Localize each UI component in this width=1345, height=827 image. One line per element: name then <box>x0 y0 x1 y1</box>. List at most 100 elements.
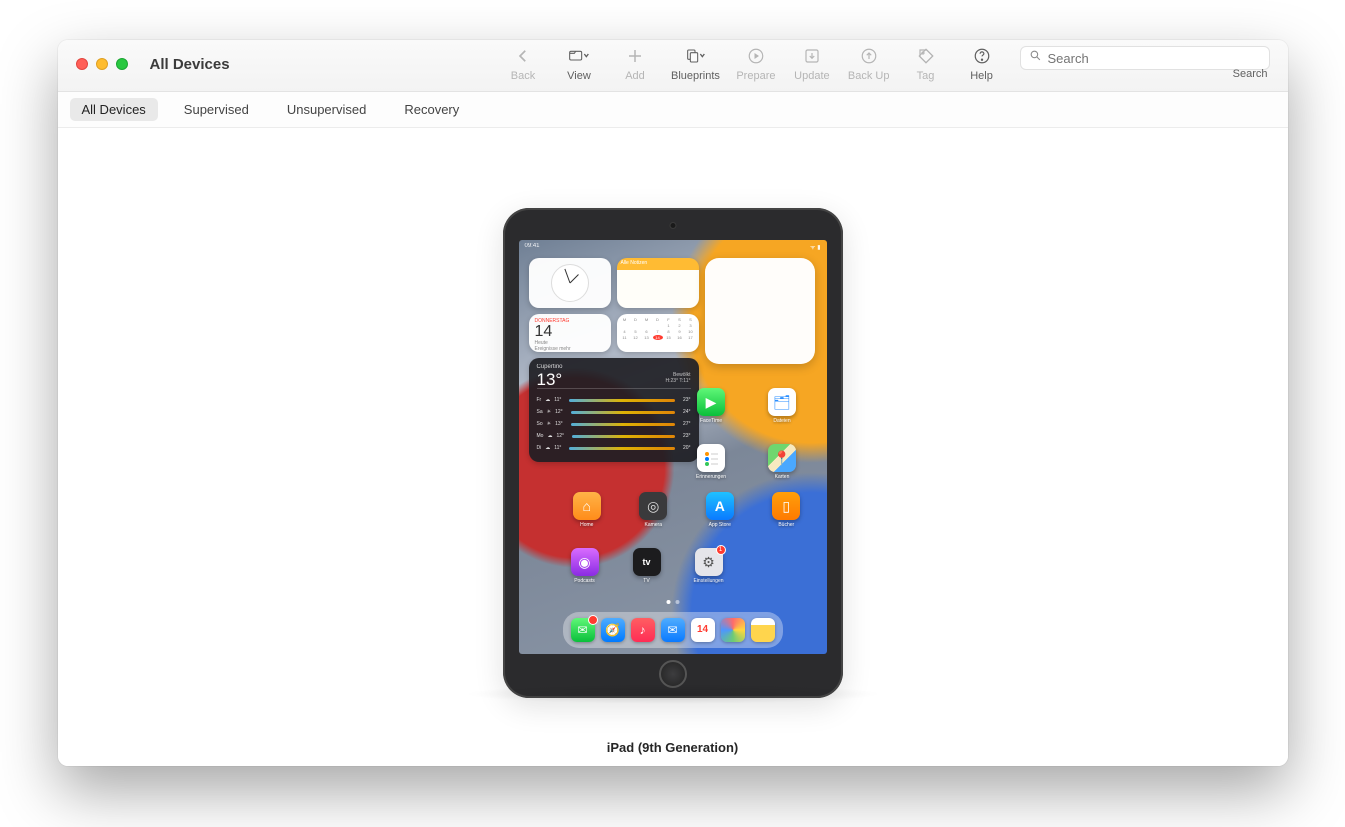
dock-safari-icon: 🧭 <box>601 618 625 642</box>
forecast-row: Fr☁︎11°23° <box>537 397 691 403</box>
view-button[interactable]: View <box>551 40 607 86</box>
app-row-4: ◉Podcasts tvTV ⚙1Einstellungen <box>557 548 707 584</box>
gear-icon: ⚙1 <box>695 548 723 576</box>
books-icon: ▯ <box>772 492 800 520</box>
search-footer-label: Search <box>1233 68 1280 86</box>
filter-all-devices[interactable]: All Devices <box>70 98 158 121</box>
app-settings: ⚙1Einstellungen <box>681 548 737 584</box>
forecast-row: Mo☁︎12°23° <box>537 433 691 439</box>
facetime-icon: ▶ <box>697 388 725 416</box>
search-icon <box>1029 49 1042 67</box>
dock-calendar-icon: 14 <box>691 618 715 642</box>
help-button[interactable]: Help <box>954 40 1010 86</box>
tag-icon <box>916 47 936 68</box>
question-circle-icon <box>972 47 992 68</box>
clock-widget <box>529 258 611 308</box>
content-area: 09:41 ᯤ ▮ Alle Notizen DONNERSTAG <box>58 128 1288 766</box>
filter-recovery[interactable]: Recovery <box>392 98 471 121</box>
app-facetime: ▶FaceTime <box>679 388 744 424</box>
backup-button[interactable]: Back Up <box>840 40 898 86</box>
blueprints-button[interactable]: Blueprints <box>663 40 728 86</box>
minimize-window-button[interactable] <box>96 58 108 70</box>
device-screen: 09:41 ᯤ ▮ Alle Notizen DONNERSTAG <box>519 240 827 654</box>
app-reminders: Erinnerungen <box>679 444 744 480</box>
download-square-icon <box>802 47 822 68</box>
add-button[interactable]: Add <box>607 40 663 86</box>
tag-button[interactable]: Tag <box>898 40 954 86</box>
toolbar: Back View Add <box>242 40 1288 86</box>
tv-icon: tv <box>633 548 661 576</box>
notes-header: Alle Notizen <box>617 258 699 268</box>
dock-music-icon: ♪ <box>631 618 655 642</box>
appstore-icon: A <box>706 492 734 520</box>
app-row-2: Erinnerungen 📍Karten <box>679 444 815 480</box>
blueprints-icon <box>685 47 705 68</box>
page-indicator <box>666 600 679 604</box>
folder-icon: 🗂 <box>768 388 796 416</box>
app-books: ▯Bücher <box>756 492 817 528</box>
window-controls <box>58 40 142 70</box>
filter-bar: All Devices Supervised Unsupervised Reco… <box>58 92 1288 128</box>
filter-supervised[interactable]: Supervised <box>172 98 261 121</box>
dock-photos-icon <box>721 618 745 642</box>
badge-icon: 1 <box>716 545 726 555</box>
calendar-day-widget: DONNERSTAG 14 Heute Ereignisse mehr <box>529 314 611 352</box>
app-window: All Devices Back View <box>58 40 1288 766</box>
forecast-row: Sa☀︎12°24° <box>537 409 691 415</box>
forecast-row: So☀︎13°27° <box>537 421 691 427</box>
maximize-window-button[interactable] <box>116 58 128 70</box>
play-circle-icon <box>746 47 766 68</box>
app-tv: tvTV <box>619 548 675 584</box>
app-row-1: ▶FaceTime 🗂Dateien <box>679 388 815 424</box>
badge-icon <box>588 615 598 625</box>
app-home: ⌂Home <box>557 492 618 528</box>
cal-daynum: 14 <box>535 324 605 340</box>
window-title: All Devices <box>142 40 242 73</box>
titlebar: All Devices Back View <box>58 40 1288 92</box>
search-input[interactable] <box>1048 51 1261 66</box>
app-files: 🗂Dateien <box>750 388 815 424</box>
maps-icon: 📍 <box>768 444 796 472</box>
podcasts-icon: ◉ <box>571 548 599 576</box>
upload-circle-icon <box>859 47 879 68</box>
status-icons: ᯤ ▮ <box>810 243 820 251</box>
reminders-icon <box>697 444 725 472</box>
device-preview[interactable]: 09:41 ᯤ ▮ Alle Notizen DONNERSTAG <box>503 208 843 698</box>
update-button[interactable]: Update <box>784 40 840 86</box>
widget-stack: Alle Notizen DONNERSTAG 14 Heute Ereigni… <box>529 258 699 462</box>
device-statusbar: 09:41 ᯤ ▮ <box>525 243 821 251</box>
app-maps: 📍Karten <box>750 444 815 480</box>
back-button[interactable]: Back <box>495 40 551 86</box>
app-row-3: ⌂Home ◎Kamera AApp Store ▯Bücher <box>557 492 817 528</box>
dock-mail-icon: ✉︎ <box>661 618 685 642</box>
search-field[interactable] <box>1020 46 1270 70</box>
app-appstore: AApp Store <box>690 492 751 528</box>
camera-icon: ◎ <box>639 492 667 520</box>
home-icon: ⌂ <box>573 492 601 520</box>
weather-low: T:11° <box>679 378 690 384</box>
app-camera: ◎Kamera <box>623 492 684 528</box>
device-shadow <box>463 684 883 704</box>
clock-face-icon <box>551 264 589 302</box>
weather-widget: Cupertino 13° Bewölkt H:23° T:11° Fr☁︎11… <box>529 358 699 462</box>
folder-dropdown-icon <box>569 47 589 68</box>
calendar-month-widget: MDMDFSS 123 45678910 11121314151617 <box>617 314 699 352</box>
toolbar-right: Search <box>1010 40 1280 86</box>
forecast-row: Di☁︎11°20° <box>537 445 691 451</box>
app-podcasts: ◉Podcasts <box>557 548 613 584</box>
device-label: iPad (9th Generation) <box>607 740 738 755</box>
notes-widget: Alle Notizen <box>617 258 699 308</box>
weather-location: Cupertino <box>537 364 691 370</box>
dock: ✉ 🧭 ♪ ✉︎ 14 <box>563 612 783 648</box>
filter-unsupervised[interactable]: Unsupervised <box>275 98 379 121</box>
chevron-left-icon <box>513 47 533 68</box>
prepare-button[interactable]: Prepare <box>728 40 784 86</box>
weather-high: H:23° <box>666 378 679 384</box>
dock-notes-icon <box>751 618 775 642</box>
close-window-button[interactable] <box>76 58 88 70</box>
device-camera-dot <box>669 222 676 229</box>
dock-messages-icon: ✉ <box>571 618 595 642</box>
cal-sub2: Ereignisse mehr <box>535 346 605 352</box>
status-time: 09:41 <box>525 243 540 251</box>
large-blank-widget <box>705 258 815 364</box>
